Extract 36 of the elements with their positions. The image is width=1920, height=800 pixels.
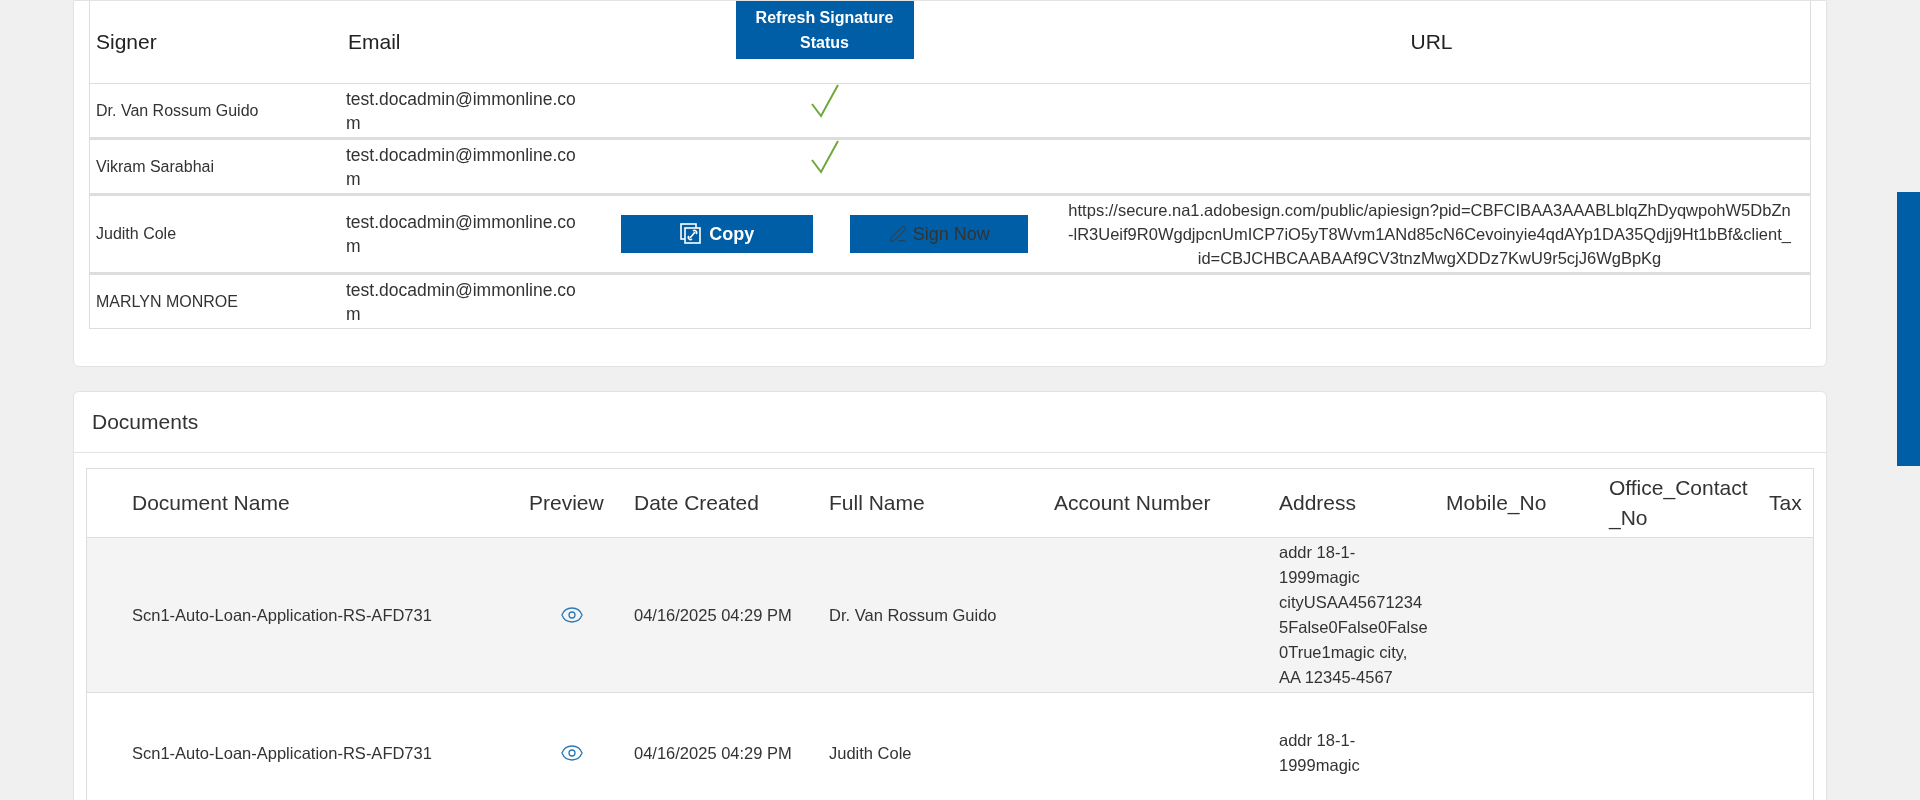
pen-icon: [888, 225, 907, 243]
signer-name: Vikram Sarabhai: [95, 156, 215, 177]
signer-name: MARLYN MONROE: [95, 291, 239, 312]
column-header: Mobile_No: [1445, 490, 1548, 517]
signer-email: test.docadmin@immonline.com: [345, 211, 577, 258]
refresh-status-button[interactable]: Refresh Signature Status: [735, 1, 914, 59]
check-icon: [810, 140, 839, 174]
date-created: 04/16/2025 04:29 PM: [633, 605, 793, 625]
document-name: Scn1-Auto-Loan-Application-RS-AFD731: [131, 605, 433, 625]
signer-email: test.docadmin@immonline.com: [345, 87, 577, 135]
column-header: Tax: [1768, 490, 1803, 516]
column-header: Preview: [528, 490, 605, 516]
address: addr 18-1-1999magic: [1278, 730, 1361, 776]
column-header: Email: [347, 30, 402, 54]
column-header: Account Number: [1053, 490, 1212, 516]
signer-email: test.docadmin@immonline.com: [345, 278, 577, 326]
copy-button[interactable]: Copy: [620, 215, 813, 253]
signing-url: https://secure.na1.adobesign.com/public/apiesign?pid=CBFCIBAA3AAABLblqZhDyqwpohW5DbZn-lR3Ueif9R0WgdjpcnUmICP7iO5yT8Wvm1ANd85cN6Cevoinyie4qdAYp1DA35Qdjj9Ht1bBf&client_id=CBJCHBCAABAAf9CV3tnzMwgXDDz7KwU9r5cjJ6WgBpKg: [1067, 200, 1792, 269]
column-header: Document Name: [131, 490, 291, 516]
column-header: Office_Contact_No: [1607, 475, 1749, 532]
signer-name: Dr. Van Rossum Guido: [95, 100, 260, 121]
copy-link-icon: [679, 222, 704, 246]
signer-email: test.docadmin@immonline.com: [345, 143, 577, 191]
address: addr 18-1-1999magic cityUSAA456712345False0False0False0True1magic city, AA 12345-4567: [1278, 542, 1429, 688]
full-name: Judith Cole: [828, 743, 913, 763]
document-name: Scn1-Auto-Loan-Application-RS-AFD731: [131, 743, 433, 763]
column-header: Date Created: [633, 490, 760, 516]
column-header: Signer: [95, 30, 158, 54]
check-icon: [810, 84, 839, 118]
date-created: 04/16/2025 04:29 PM: [633, 743, 793, 763]
signer-name: Judith Cole: [95, 224, 178, 244]
card-title: Documents: [92, 410, 199, 433]
column-header: Full Name: [828, 490, 926, 516]
column-header: URL: [1409, 30, 1454, 54]
full-name: Dr. Van Rossum Guido: [828, 605, 998, 625]
column-header: Address: [1278, 490, 1358, 516]
